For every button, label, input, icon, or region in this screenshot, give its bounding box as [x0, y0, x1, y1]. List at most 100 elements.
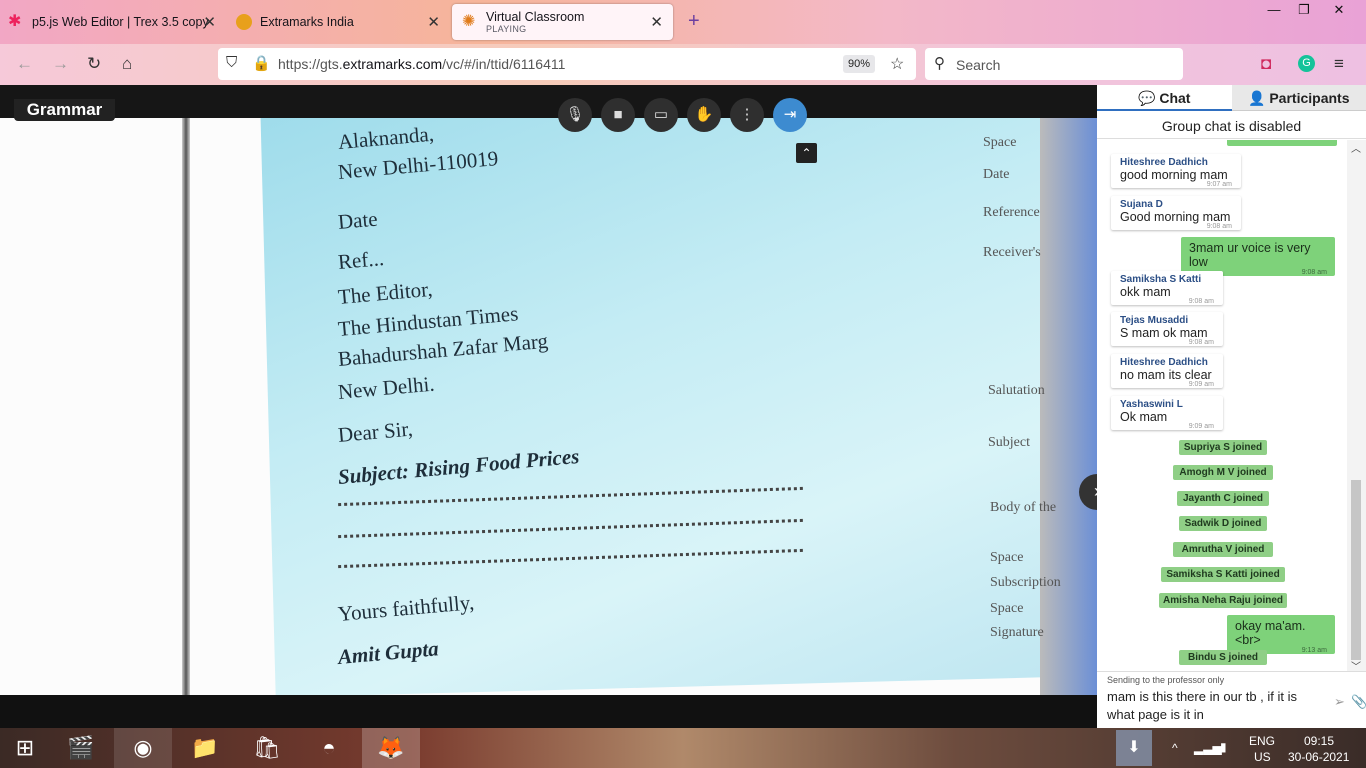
- join-notice: Bindu S joined: [1179, 650, 1267, 665]
- video-top-strip: [0, 85, 1097, 118]
- forward-icon[interactable]: →: [52, 54, 69, 74]
- join-notice: Supriya S joined: [1179, 440, 1267, 455]
- chat-message: Samiksha S Katti okk mam 9:08 am: [1111, 271, 1223, 305]
- margin-word: Body of the: [990, 500, 1057, 515]
- chat-composer: Sending to the professor only mam is thi…: [1097, 671, 1366, 728]
- margin-word: Salutation: [988, 383, 1045, 398]
- chat-input[interactable]: mam is this there in our tb , if it is w…: [1107, 688, 1327, 724]
- exit-class-icon[interactable]: ⇥: [773, 98, 807, 132]
- video-stage: Alaknanda, New Delhi-110019 Date Ref... …: [0, 85, 1097, 695]
- join-notice: Amisha Neha Raju joined: [1159, 593, 1287, 608]
- lock-icon[interactable]: 🔒: [252, 54, 271, 72]
- user-icon: 👤: [1248, 90, 1270, 106]
- tab-chat[interactable]: 💬 Chat: [1097, 85, 1232, 111]
- camera-icon[interactable]: ■: [601, 98, 635, 132]
- restore-button[interactable]: ❐: [1285, 0, 1323, 22]
- sending-scope-label: Sending to the professor only: [1107, 675, 1225, 685]
- video-bottom-strip: [0, 695, 1097, 728]
- shield-icon[interactable]: ⛉: [226, 54, 237, 71]
- chat-icon: 💬: [1138, 90, 1160, 106]
- chat-message: Hiteshree Dadhich no mam its clear 9:09 …: [1111, 354, 1223, 388]
- bookmark-star-icon[interactable]: ☆: [890, 54, 904, 74]
- new-tab-button[interactable]: +: [688, 10, 700, 33]
- chat-message: Tejas Musaddi S mam ok mam 9:08 am: [1111, 312, 1223, 346]
- browser-tab-bar: ✱ p5.js Web Editor | Trex 3.5 copy ✕ Ext…: [0, 0, 1366, 44]
- letter-line: Ref...: [336, 246, 385, 274]
- my-message: okay ma'am.<br> 9:13 am: [1227, 615, 1335, 654]
- close-tab-icon[interactable]: ✕: [427, 13, 440, 31]
- margin-word: Reference: [983, 205, 1040, 220]
- windows-start-icon[interactable]: ⊞: [0, 728, 50, 768]
- lang-bottom[interactable]: US: [1254, 750, 1271, 764]
- scrollbar-thumb[interactable]: [1351, 480, 1361, 660]
- class-title: Grammar: [14, 99, 115, 121]
- close-tab-icon[interactable]: ✕: [650, 13, 663, 31]
- close-tab-icon[interactable]: ✕: [203, 13, 216, 31]
- search-bar[interactable]: ⚲ Search: [925, 48, 1183, 80]
- book-spine: [182, 115, 190, 695]
- tab-title: Extramarks India: [260, 15, 354, 29]
- tab-title: p5.js Web Editor | Trex 3.5 copy: [32, 15, 209, 29]
- search-icon: ⚲: [934, 55, 945, 72]
- back-icon[interactable]: ←: [16, 54, 33, 74]
- lang-top[interactable]: ENG: [1249, 734, 1275, 748]
- tab-participants[interactable]: 👤 Participants: [1231, 85, 1366, 111]
- my-message-partial: [1227, 140, 1337, 146]
- classroom-icon: ✺: [462, 13, 476, 30]
- clock-time[interactable]: 09:15: [1304, 734, 1334, 748]
- join-notice: Amrutha V joined: [1173, 542, 1273, 557]
- margin-word: Signature: [990, 625, 1044, 640]
- battery-icon[interactable]: ▮: [1220, 740, 1227, 754]
- tab-title: Virtual Classroom: [486, 10, 585, 24]
- attach-icon[interactable]: 📎: [1351, 694, 1366, 710]
- chat-message: Yashaswini L Ok mam 9:09 am: [1111, 396, 1223, 430]
- p5js-icon: ✱: [8, 13, 22, 30]
- send-icon[interactable]: ➢: [1334, 694, 1345, 710]
- margin-word: Receiver's: [983, 245, 1041, 260]
- wifi-icon[interactable]: ▂▃▅: [1194, 741, 1222, 755]
- tab-extramarks[interactable]: Extramarks India ✕: [236, 4, 440, 40]
- tab-virtual-classroom[interactable]: ✺ Virtual Classroom PLAYING ✕: [452, 4, 673, 40]
- firefox-icon[interactable]: 🦊: [362, 728, 420, 768]
- url-bar[interactable]: ⛉ 🔒 https://gts.extramarks.com/vc/#/in/t…: [218, 48, 916, 80]
- menu-icon[interactable]: ≡: [1334, 54, 1344, 74]
- mic-muted-icon[interactable]: 🎙: [558, 98, 592, 132]
- margin-word: Space: [983, 135, 1017, 150]
- zoom-level[interactable]: 90%: [843, 55, 875, 73]
- file-explorer-icon[interactable]: 📁: [176, 728, 234, 768]
- close-window-button[interactable]: ✕: [1320, 0, 1358, 22]
- reload-icon[interactable]: ↻: [87, 54, 101, 74]
- book-right-page: [1040, 115, 1097, 695]
- collapse-controls-icon[interactable]: ⌃: [796, 143, 817, 163]
- home-icon[interactable]: ⌂: [122, 54, 132, 74]
- store-icon[interactable]: 🛍: [238, 728, 296, 768]
- group-chat-status: Group chat is disabled: [1097, 113, 1366, 139]
- join-notice: Jayanth C joined: [1177, 491, 1269, 506]
- chat-panel: 💬 Chat 👤 Participants Group chat is disa…: [1097, 85, 1366, 728]
- pocket-icon[interactable]: ◘: [1261, 54, 1271, 74]
- grammarly-icon[interactable]: G: [1298, 55, 1315, 72]
- margin-word: Subscription: [990, 575, 1061, 590]
- chat-message: Hiteshree Dadhich good morning mam 9:07 …: [1111, 154, 1241, 188]
- margin-word: Space: [990, 601, 1024, 616]
- download-icon[interactable]: ⬇: [1116, 730, 1152, 766]
- margin-word: Space: [990, 550, 1024, 565]
- chat-messages: Hiteshree Dadhich good morning mam 9:07 …: [1097, 140, 1347, 670]
- screen-share-icon[interactable]: ▭: [644, 98, 678, 132]
- url-text[interactable]: https://gts.extramarks.com/vc/#/in/ttid/…: [278, 56, 565, 72]
- media-player-icon[interactable]: 🎬: [52, 728, 110, 768]
- tab-p5js[interactable]: ✱ p5.js Web Editor | Trex 3.5 copy ✕: [8, 4, 216, 40]
- tab-playing-label: PLAYING: [486, 24, 527, 34]
- chat-message: Sujana D Good morning mam 9:08 am: [1111, 196, 1241, 230]
- join-notice: Sadwik D joined: [1179, 516, 1267, 531]
- raise-hand-icon[interactable]: ✋: [687, 98, 721, 132]
- chrome-icon[interactable]: ◉: [114, 728, 172, 768]
- scroll-up-icon[interactable]: ︿: [1351, 140, 1361, 155]
- letter-line: Date: [336, 206, 379, 234]
- edge-icon[interactable]: ◓: [300, 728, 358, 768]
- more-options-icon[interactable]: ⋮: [730, 98, 764, 132]
- clock-date[interactable]: 30-06-2021: [1288, 750, 1349, 764]
- chat-scrollbar[interactable]: ︿ ﹀: [1347, 140, 1366, 674]
- margin-word: Subject: [988, 435, 1030, 450]
- tray-chevron-icon[interactable]: ^: [1172, 741, 1178, 755]
